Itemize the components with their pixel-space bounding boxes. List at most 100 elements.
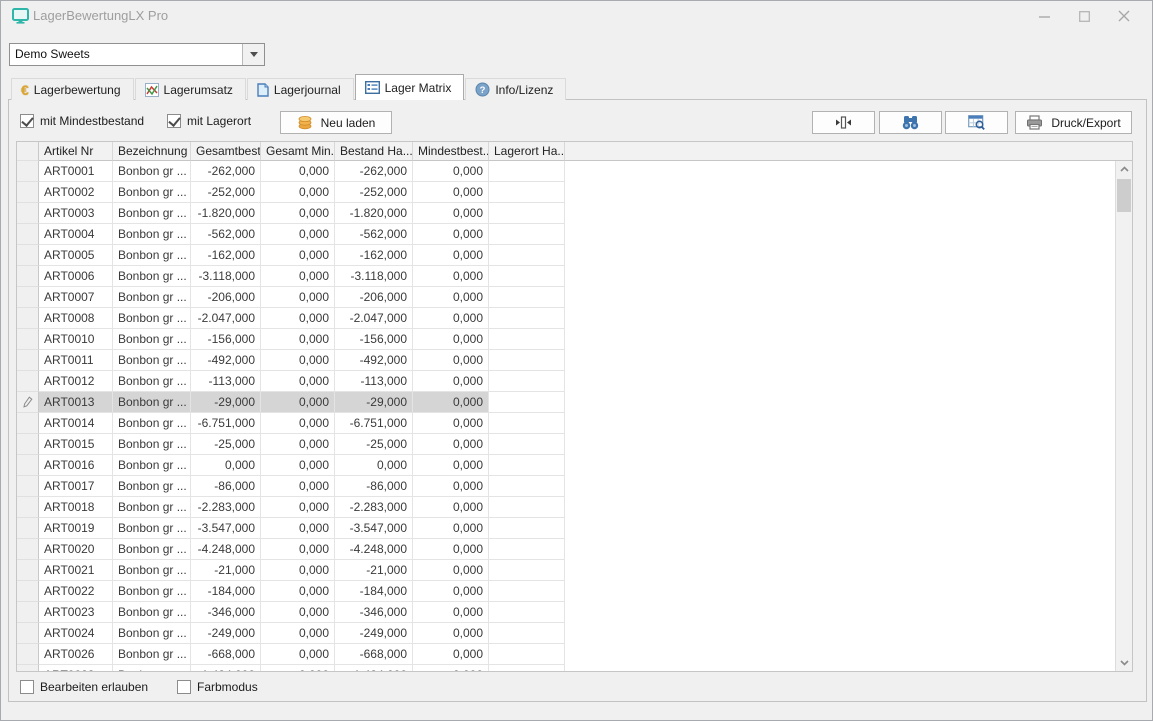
- cell-artikel-nr[interactable]: ART0006: [39, 266, 113, 287]
- table-row[interactable]: ART0011Bonbon gr ...-492,0000,000-492,00…: [17, 350, 565, 371]
- cell-bestand-ha[interactable]: -2.047,000: [335, 308, 413, 329]
- cell-mindestbestand[interactable]: 0,000: [413, 560, 489, 581]
- tab-lager-matrix[interactable]: Lager Matrix: [355, 74, 465, 100]
- tab-lagerjournal[interactable]: Lagerjournal: [247, 78, 354, 100]
- cell-lagerort[interactable]: [489, 350, 565, 371]
- scroll-down-button[interactable]: [1116, 655, 1132, 671]
- tab-info-lizenz[interactable]: ? Info/Lizenz: [465, 78, 566, 100]
- table-row[interactable]: ART0002Bonbon gr ...-252,0000,000-252,00…: [17, 182, 565, 203]
- cell-bezeichnung[interactable]: Bonbon gr ...: [113, 329, 191, 350]
- checkbox-bearbeiten-erlauben[interactable]: Bearbeiten erlauben: [20, 680, 148, 694]
- cell-artikel-nr[interactable]: ART0017: [39, 476, 113, 497]
- cell-bestand-ha[interactable]: -113,000: [335, 371, 413, 392]
- minimize-button[interactable]: [1024, 1, 1064, 31]
- cell-lagerort[interactable]: [489, 434, 565, 455]
- cell-lagerort[interactable]: [489, 455, 565, 476]
- cell-gesamtbestand[interactable]: -3.547,000: [191, 518, 261, 539]
- cell-mindestbestand[interactable]: 0,000: [413, 350, 489, 371]
- cell-gesamtbestand[interactable]: -1.424,000: [191, 665, 261, 672]
- cell-gesamtbestand[interactable]: -6.751,000: [191, 413, 261, 434]
- cell-mindestbestand[interactable]: 0,000: [413, 434, 489, 455]
- cell-gesamt-min[interactable]: 0,000: [261, 455, 335, 476]
- header-gesamtbestand[interactable]: Gesamtbest...: [191, 142, 261, 161]
- cell-mindestbestand[interactable]: 0,000: [413, 518, 489, 539]
- maximize-button[interactable]: [1064, 1, 1104, 31]
- cell-gesamt-min[interactable]: 0,000: [261, 413, 335, 434]
- cell-mindestbestand[interactable]: 0,000: [413, 497, 489, 518]
- close-button[interactable]: [1104, 1, 1144, 31]
- table-row[interactable]: ART0017Bonbon gr ...-86,0000,000-86,0000…: [17, 476, 565, 497]
- cell-lagerort[interactable]: [489, 392, 565, 413]
- cell-gesamt-min[interactable]: 0,000: [261, 602, 335, 623]
- cell-bezeichnung[interactable]: Bonbon gr ...: [113, 287, 191, 308]
- cell-gesamtbestand[interactable]: -562,000: [191, 224, 261, 245]
- cell-gesamt-min[interactable]: 0,000: [261, 329, 335, 350]
- cell-bestand-ha[interactable]: 0,000: [335, 455, 413, 476]
- cell-gesamtbestand[interactable]: -2.047,000: [191, 308, 261, 329]
- cell-gesamt-min[interactable]: 0,000: [261, 539, 335, 560]
- cell-lagerort[interactable]: [489, 308, 565, 329]
- cell-bezeichnung[interactable]: Bonbon gr ...: [113, 665, 191, 672]
- cell-lagerort[interactable]: [489, 539, 565, 560]
- cell-lagerort[interactable]: [489, 161, 565, 182]
- cell-lagerort[interactable]: [489, 665, 565, 672]
- cell-bestand-ha[interactable]: -86,000: [335, 476, 413, 497]
- cell-bezeichnung[interactable]: Bonbon gr ...: [113, 476, 191, 497]
- table-row[interactable]: ART0014Bonbon gr ...-6.751,0000,000-6.75…: [17, 413, 565, 434]
- cell-gesamt-min[interactable]: 0,000: [261, 161, 335, 182]
- cell-bezeichnung[interactable]: Bonbon gr ...: [113, 518, 191, 539]
- table-row[interactable]: ART0001Bonbon gr ...-262,0000,000-262,00…: [17, 161, 565, 182]
- table-row[interactable]: ART0018Bonbon gr ...-2.283,0000,000-2.28…: [17, 497, 565, 518]
- print-export-button[interactable]: Druck/Export: [1015, 111, 1132, 134]
- header-bezeichnung[interactable]: Bezeichnung: [113, 142, 191, 161]
- cell-bezeichnung[interactable]: Bonbon gr ...: [113, 203, 191, 224]
- cell-bestand-ha[interactable]: -346,000: [335, 602, 413, 623]
- table-row[interactable]: ART0004Bonbon gr ...-562,0000,000-562,00…: [17, 224, 565, 245]
- table-row[interactable]: ART0020Bonbon gr ...-4.248,0000,000-4.24…: [17, 539, 565, 560]
- cell-mindestbestand[interactable]: 0,000: [413, 308, 489, 329]
- table-row[interactable]: ART0023Bonbon gr ...-346,0000,000-346,00…: [17, 602, 565, 623]
- cell-gesamtbestand[interactable]: -346,000: [191, 602, 261, 623]
- cell-mindestbestand[interactable]: 0,000: [413, 329, 489, 350]
- cell-mindestbestand[interactable]: 0,000: [413, 245, 489, 266]
- cell-bestand-ha[interactable]: -184,000: [335, 581, 413, 602]
- cell-artikel-nr[interactable]: ART0015: [39, 434, 113, 455]
- cell-bezeichnung[interactable]: Bonbon gr ...: [113, 581, 191, 602]
- cell-lagerort[interactable]: [489, 644, 565, 665]
- cell-bezeichnung[interactable]: Bonbon gr ...: [113, 371, 191, 392]
- cell-mindestbestand[interactable]: 0,000: [413, 392, 489, 413]
- cell-lagerort[interactable]: [489, 266, 565, 287]
- cell-mindestbestand[interactable]: 0,000: [413, 665, 489, 672]
- cell-lagerort[interactable]: [489, 413, 565, 434]
- cell-gesamt-min[interactable]: 0,000: [261, 497, 335, 518]
- table-row[interactable]: ART0007Bonbon gr ...-206,0000,000-206,00…: [17, 287, 565, 308]
- cell-bestand-ha[interactable]: -492,000: [335, 350, 413, 371]
- cell-bezeichnung[interactable]: Bonbon gr ...: [113, 224, 191, 245]
- cell-artikel-nr[interactable]: ART0016: [39, 455, 113, 476]
- cell-mindestbestand[interactable]: 0,000: [413, 539, 489, 560]
- cell-bezeichnung[interactable]: Bonbon gr ...: [113, 308, 191, 329]
- cell-gesamt-min[interactable]: 0,000: [261, 203, 335, 224]
- table-row[interactable]: ART0021Bonbon gr ...-21,0000,000-21,0000…: [17, 560, 565, 581]
- cell-gesamt-min[interactable]: 0,000: [261, 581, 335, 602]
- checkbox-farbmodus[interactable]: Farbmodus: [177, 680, 258, 694]
- cell-gesamt-min[interactable]: 0,000: [261, 560, 335, 581]
- cell-lagerort[interactable]: [489, 203, 565, 224]
- cell-bezeichnung[interactable]: Bonbon gr ...: [113, 539, 191, 560]
- cell-bezeichnung[interactable]: Bonbon gr ...: [113, 245, 191, 266]
- table-row[interactable]: ART0016Bonbon gr ...0,0000,0000,0000,000: [17, 455, 565, 476]
- cell-artikel-nr[interactable]: ART0012: [39, 371, 113, 392]
- cell-bezeichnung[interactable]: Bonbon gr ...: [113, 392, 191, 413]
- cell-gesamtbestand[interactable]: -262,000: [191, 161, 261, 182]
- cell-lagerort[interactable]: [489, 560, 565, 581]
- cell-lagerort[interactable]: [489, 518, 565, 539]
- cell-gesamtbestand[interactable]: -162,000: [191, 245, 261, 266]
- reload-button[interactable]: Neu laden: [280, 111, 392, 134]
- cell-lagerort[interactable]: [489, 245, 565, 266]
- cell-bestand-ha[interactable]: -562,000: [335, 224, 413, 245]
- table-row[interactable]: ART0022Bonbon gr ...-184,0000,000-184,00…: [17, 581, 565, 602]
- cell-bestand-ha[interactable]: -1.424,000: [335, 665, 413, 672]
- cell-gesamt-min[interactable]: 0,000: [261, 245, 335, 266]
- cell-bestand-ha[interactable]: -21,000: [335, 560, 413, 581]
- tab-lagerumsatz[interactable]: Lagerumsatz: [135, 78, 246, 100]
